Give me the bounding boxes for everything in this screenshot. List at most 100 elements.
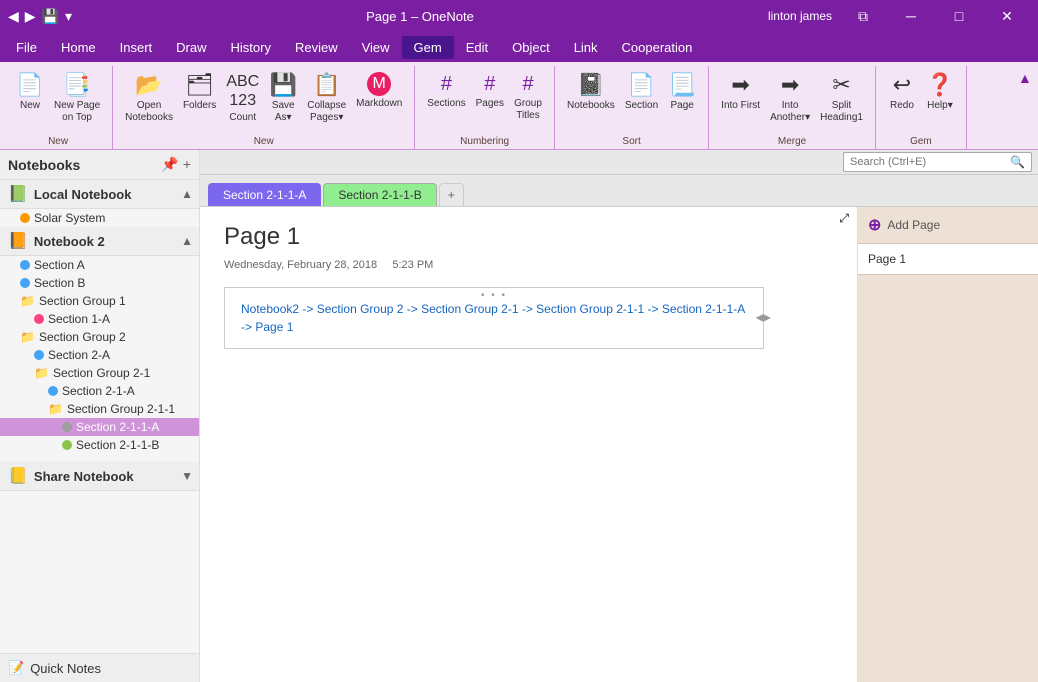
forward-button[interactable]: ▶ [25,8,36,25]
notebook-local[interactable]: 📗 Local Notebook ▲ [0,180,199,209]
menu-file[interactable]: File [4,36,49,59]
help-button[interactable]: ❓ Help▾ [922,70,958,114]
menu-gem[interactable]: Gem [402,36,454,59]
group-titles-button[interactable]: # Group Titles [510,70,546,124]
pages-numbering-icon: # [484,72,495,96]
menu-history[interactable]: History [219,36,283,59]
tab-section-2-1-1-a[interactable]: Section 2-1-1-A [208,183,321,206]
count-button[interactable]: ABC123 Count [222,70,263,126]
save-as-button[interactable]: 💾 Save As▾ [265,70,301,126]
menu-object[interactable]: Object [500,36,562,59]
new-page-on-top-label: New Page on Top [54,100,100,124]
sidebar-item-section-group-2-1[interactable]: 📁 Section Group 2-1 [0,364,199,382]
section-2a-dot [34,350,44,360]
note-box-resize-handle[interactable]: ◀▶ [756,313,771,324]
maximize-button[interactable]: □ [936,0,982,32]
close-button[interactable]: ✕ [984,0,1030,32]
content-area: 🔍 Section 2-1-1-A Section 2-1-1-B + ⤢ Pa… [200,150,1038,682]
restore-button[interactable]: ⧉ [840,0,886,32]
help-label: Help▾ [927,100,953,112]
collapse-pages-button[interactable]: 📋 Collapse Pages▾ [303,70,350,126]
notebooks-sort-button[interactable]: 📓 Notebooks [563,70,619,114]
sidebar-item-section-2-1-1-b[interactable]: Section 2-1-1-B [0,436,199,454]
quick-notes-button[interactable]: 📝 Quick Notes [0,653,199,682]
page-expand-button[interactable]: ⤢ [839,211,849,226]
redo-icon: ↩ [893,72,911,98]
tab-section-2-1-1-b[interactable]: Section 2-1-1-B [323,183,436,206]
into-another-button[interactable]: ➡ Into Another▾ [766,70,814,126]
save-button[interactable]: 💾 [42,8,59,25]
solar-system-dot [20,213,30,223]
pages-numbering-button[interactable]: # Pages [472,70,508,112]
split-heading1-button[interactable]: ✂ Split Heading1 [816,70,867,126]
notebooks-sort-icon: 📓 [577,72,604,98]
notebook-2-icon: 📙 [8,231,28,251]
ribbon-group-sort-items: 📓 Notebooks 📄 Section 📃 Page [563,66,700,136]
notebook-share[interactable]: 📒 Share Notebook ▼ [0,462,199,491]
sidebar-item-section-b[interactable]: Section B [0,274,199,292]
section-sort-button[interactable]: 📄 Section [621,70,662,114]
back-button[interactable]: ◀ [8,8,19,25]
collapse-pages-label: Collapse Pages▾ [307,100,346,124]
notebooks-sort-label: Notebooks [567,100,615,112]
section-b-label: Section B [34,276,85,290]
sidebar-pin-button[interactable]: 📌 [161,156,178,173]
page-list-item-page1[interactable]: Page 1 [858,244,1038,275]
sidebar-actions: 📌 + [161,156,191,173]
section-sort-icon: 📄 [628,72,655,98]
sections-numbering-button[interactable]: # Sections [423,70,469,112]
add-section-tab-button[interactable]: + [439,183,464,206]
tab-section-2-1-1-b-label: Section 2-1-1-B [338,188,421,202]
sidebar-item-section-2-1-1-a[interactable]: Section 2-1-1-A [0,418,199,436]
menubar: File Home Insert Draw History Review Vie… [0,32,1038,62]
sections-numbering-label: Sections [427,98,465,110]
sidebar-item-section-1a[interactable]: Section 1-A [0,310,199,328]
sidebar-item-section-2-1-a[interactable]: Section 2-1-A [0,382,199,400]
sidebar-item-section-a[interactable]: Section A [0,256,199,274]
section-tabs: Section 2-1-1-A Section 2-1-1-B + [200,175,1038,207]
markdown-icon: M [367,72,391,96]
markdown-button[interactable]: M Markdown [352,70,406,112]
new-button[interactable]: 📄 New [12,70,48,114]
search-input[interactable] [844,154,1004,170]
ribbon-group-new-label: New [48,136,68,147]
redo-button[interactable]: ↩ Redo [884,70,920,114]
sidebar-item-section-group-2-1-1[interactable]: 📁 Section Group 2-1-1 [0,400,199,418]
search-button[interactable]: 🔍 [1004,153,1031,171]
sidebar-item-section-group-1[interactable]: 📁 Section Group 1 [0,292,199,310]
page-list-item-page1-label: Page 1 [868,252,906,266]
menu-link[interactable]: Link [562,36,610,59]
save-as-icon: 💾 [270,72,297,98]
folders-button[interactable]: 🗂 Folders [179,70,220,114]
ribbon-collapse-button[interactable]: ▲ [1018,66,1038,149]
search-container: 🔍 [200,150,1038,175]
open-notebooks-icon: 📂 [135,72,162,98]
new-page-on-top-button[interactable]: 📑 New Page on Top [50,70,104,126]
menu-review[interactable]: Review [283,36,350,59]
sidebar-item-section-group-2[interactable]: 📁 Section Group 2 [0,328,199,346]
group-titles-icon: # [522,72,533,96]
notebook-share-name: Share Notebook [34,469,134,484]
sidebar-item-section-2a[interactable]: Section 2-A [0,346,199,364]
menu-draw[interactable]: Draw [164,36,218,59]
into-first-button[interactable]: ➡ Into First [717,70,764,114]
solar-system-label: Solar System [34,211,105,225]
page-list: ⊕ Add Page Page 1 [858,207,1038,682]
ribbon-group-numbering: # Sections # Pages # Group Titles Number… [415,66,555,149]
notebook-2[interactable]: 📙 Notebook 2 ▲ [0,227,199,256]
minimize-button[interactable]: ─ [888,0,934,32]
menu-view[interactable]: View [350,36,402,59]
menu-edit[interactable]: Edit [454,36,500,59]
sidebar-item-solar-system[interactable]: Solar System [0,209,199,227]
page-sort-button[interactable]: 📃 Page [664,70,700,114]
section-2-1-1-b-label: Section 2-1-1-B [76,438,159,452]
menu-insert[interactable]: Insert [108,36,165,59]
add-page-button[interactable]: ⊕ Add Page [858,207,1038,244]
menu-home[interactable]: Home [49,36,108,59]
folders-label: Folders [183,100,216,112]
open-notebooks-button[interactable]: 📂 Open Notebooks [121,70,177,126]
dropdown-button[interactable]: ▾ [65,8,72,25]
menu-cooperation[interactable]: Cooperation [610,36,705,59]
sidebar-add-button[interactable]: + [183,156,191,173]
page-title-area: Page 1 [224,223,833,251]
